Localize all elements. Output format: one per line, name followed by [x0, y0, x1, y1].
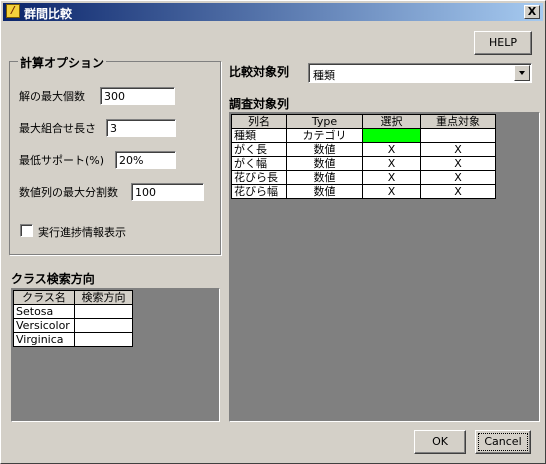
column-name-cell[interactable]: 花びら長 [231, 170, 287, 185]
ok-button[interactable]: OK [414, 430, 466, 454]
column-name-cell[interactable]: 種類 [231, 128, 287, 143]
priority-cell[interactable]: X [420, 170, 496, 185]
min-support-label: 最低サポート(%) [19, 154, 105, 167]
class-name-header[interactable]: クラス名 [13, 290, 75, 305]
priority-cell[interactable]: X [420, 184, 496, 199]
column-name-cell[interactable]: がく長 [231, 142, 287, 157]
column-name-header[interactable]: 列名 [231, 114, 287, 129]
max-divisions-label: 数値列の最大分割数 [19, 186, 118, 199]
comparison-select[interactable]: 種類 [308, 63, 532, 83]
survey-table: 列名 Type 選択 重点対象 種類 カテゴリ がく長 数値 X X がく幅 数… [231, 114, 496, 199]
max-divisions-input[interactable]: 100 [131, 183, 204, 201]
window-title: 群間比較 [24, 7, 73, 21]
class-name-cell[interactable]: Versicolor [13, 318, 75, 333]
search-direction-cell[interactable] [74, 332, 133, 347]
column-name-cell[interactable]: 花びら幅 [231, 184, 287, 199]
table-row[interactable]: がく幅 数値 X X [231, 156, 496, 171]
comparison-label: 比較対象列 [229, 65, 290, 79]
class-direction-grid: クラス名 検索方向 Setosa Versicolor Virginica [11, 288, 220, 422]
class-name-cell[interactable]: Virginica [13, 332, 75, 347]
cancel-button[interactable]: Cancel [475, 430, 531, 454]
type-cell[interactable]: 数値 [286, 184, 363, 199]
class-name-cell[interactable]: Setosa [13, 304, 75, 319]
help-button[interactable]: HELP [474, 31, 532, 55]
priority-cell[interactable] [420, 128, 496, 143]
select-cell-highlighted[interactable] [362, 128, 421, 143]
priority-cell[interactable]: X [420, 142, 496, 157]
title-bar: / 群間比較 X [3, 3, 543, 21]
type-cell[interactable]: 数値 [286, 170, 363, 185]
class-direction-table: クラス名 検索方向 Setosa Versicolor Virginica [13, 290, 133, 347]
search-direction-cell[interactable] [74, 304, 133, 319]
dialog-window: / 群間比較 X HELP 計算オプション 解の最大個数 300 最大組合せ長さ… [0, 0, 546, 464]
priority-header[interactable]: 重点対象 [420, 114, 496, 129]
table-row[interactable]: Setosa [13, 304, 133, 319]
select-cell[interactable]: X [362, 142, 421, 157]
max-solutions-label: 解の最大個数 [19, 90, 85, 103]
min-support-input[interactable]: 20% [115, 151, 176, 169]
type-cell[interactable]: 数値 [286, 142, 363, 157]
type-cell[interactable]: カテゴリ [286, 128, 363, 143]
app-icon: / [6, 4, 20, 18]
class-direction-title: クラス検索方向 [11, 272, 95, 286]
select-cell[interactable]: X [362, 170, 421, 185]
comparison-selected-value: 種類 [313, 69, 335, 82]
search-direction-cell[interactable] [74, 318, 133, 333]
chevron-down-icon[interactable] [514, 65, 530, 81]
table-row[interactable]: Virginica [13, 332, 133, 347]
options-legend: 計算オプション [18, 54, 107, 71]
table-row[interactable]: がく長 数値 X X [231, 142, 496, 157]
survey-title: 調査対象列 [229, 97, 290, 111]
select-cell[interactable]: X [362, 156, 421, 171]
progress-checkbox-label: 実行進捗情報表示 [38, 226, 126, 239]
table-row[interactable]: 花びら幅 数値 X X [231, 184, 496, 199]
max-combination-label: 最大組合せ長さ [19, 122, 96, 135]
column-name-cell[interactable]: がく幅 [231, 156, 287, 171]
close-button[interactable]: X [524, 5, 540, 19]
table-row[interactable]: Versicolor [13, 318, 133, 333]
survey-grid: 列名 Type 選択 重点対象 種類 カテゴリ がく長 数値 X X がく幅 数… [229, 112, 540, 422]
type-cell[interactable]: 数値 [286, 156, 363, 171]
progress-checkbox[interactable] [20, 224, 33, 237]
max-combination-input[interactable]: 3 [106, 119, 176, 137]
table-row[interactable]: 種類 カテゴリ [231, 128, 496, 143]
select-header[interactable]: 選択 [362, 114, 421, 129]
priority-cell[interactable]: X [420, 156, 496, 171]
table-row[interactable]: 花びら長 数値 X X [231, 170, 496, 185]
max-solutions-input[interactable]: 300 [100, 87, 175, 105]
type-header[interactable]: Type [286, 114, 363, 129]
select-cell[interactable]: X [362, 184, 421, 199]
search-direction-header[interactable]: 検索方向 [74, 290, 133, 305]
